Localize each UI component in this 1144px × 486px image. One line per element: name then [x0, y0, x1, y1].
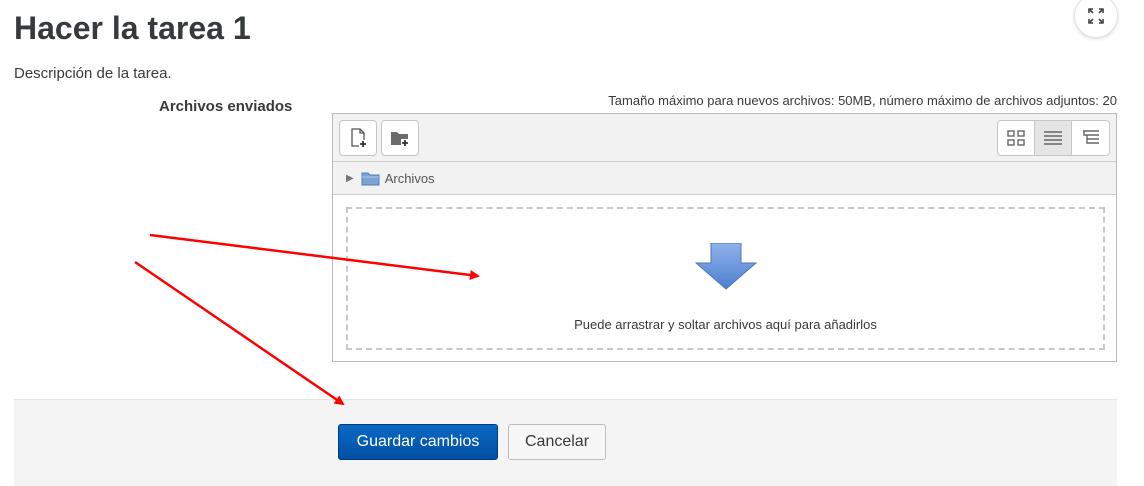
view-mode-group [997, 120, 1110, 156]
folder-label[interactable]: Archivos [385, 171, 435, 186]
view-icons-button[interactable] [998, 121, 1035, 155]
submitted-files-label: Archivos enviados [159, 98, 293, 115]
file-dropzone[interactable]: Puede arrastrar y soltar archivos aquí p… [346, 207, 1105, 350]
folder-icon [361, 171, 380, 186]
cancel-button[interactable]: Cancelar [508, 424, 606, 460]
view-tree-button[interactable] [1072, 121, 1109, 155]
save-changes-button[interactable]: Guardar cambios [338, 424, 498, 460]
create-folder-icon [391, 132, 409, 147]
expand-icon [1088, 8, 1104, 24]
max-size-note: Tamaño máximo para nuevos archivos: 50MB… [608, 93, 1117, 108]
page-title: Hacer la tarea 1 [14, 10, 251, 46]
add-file-icon [351, 128, 367, 148]
create-folder-button[interactable] [381, 120, 419, 156]
expand-arrow-icon[interactable]: ▶ [346, 173, 354, 184]
file-manager-toolbar [333, 114, 1116, 162]
view-icons-icon [1007, 130, 1025, 146]
assignment-description: Descripción de la tarea. [14, 65, 172, 82]
download-arrow-icon [695, 243, 757, 290]
add-file-button[interactable] [339, 120, 377, 156]
file-manager: ▶ Archivos Puede arrastrar y soltar arch… [332, 113, 1117, 362]
view-list-button[interactable] [1035, 121, 1072, 155]
fullscreen-button[interactable] [1074, 0, 1118, 38]
view-list-icon [1044, 131, 1062, 145]
annotation-arrow-to-save [134, 260, 345, 406]
dropzone-text: Puede arrastrar y soltar archivos aquí p… [574, 317, 877, 332]
file-manager-path: ▶ Archivos [333, 162, 1116, 195]
view-tree-icon [1082, 130, 1099, 144]
form-actions: Guardar cambios Cancelar [14, 399, 1117, 486]
